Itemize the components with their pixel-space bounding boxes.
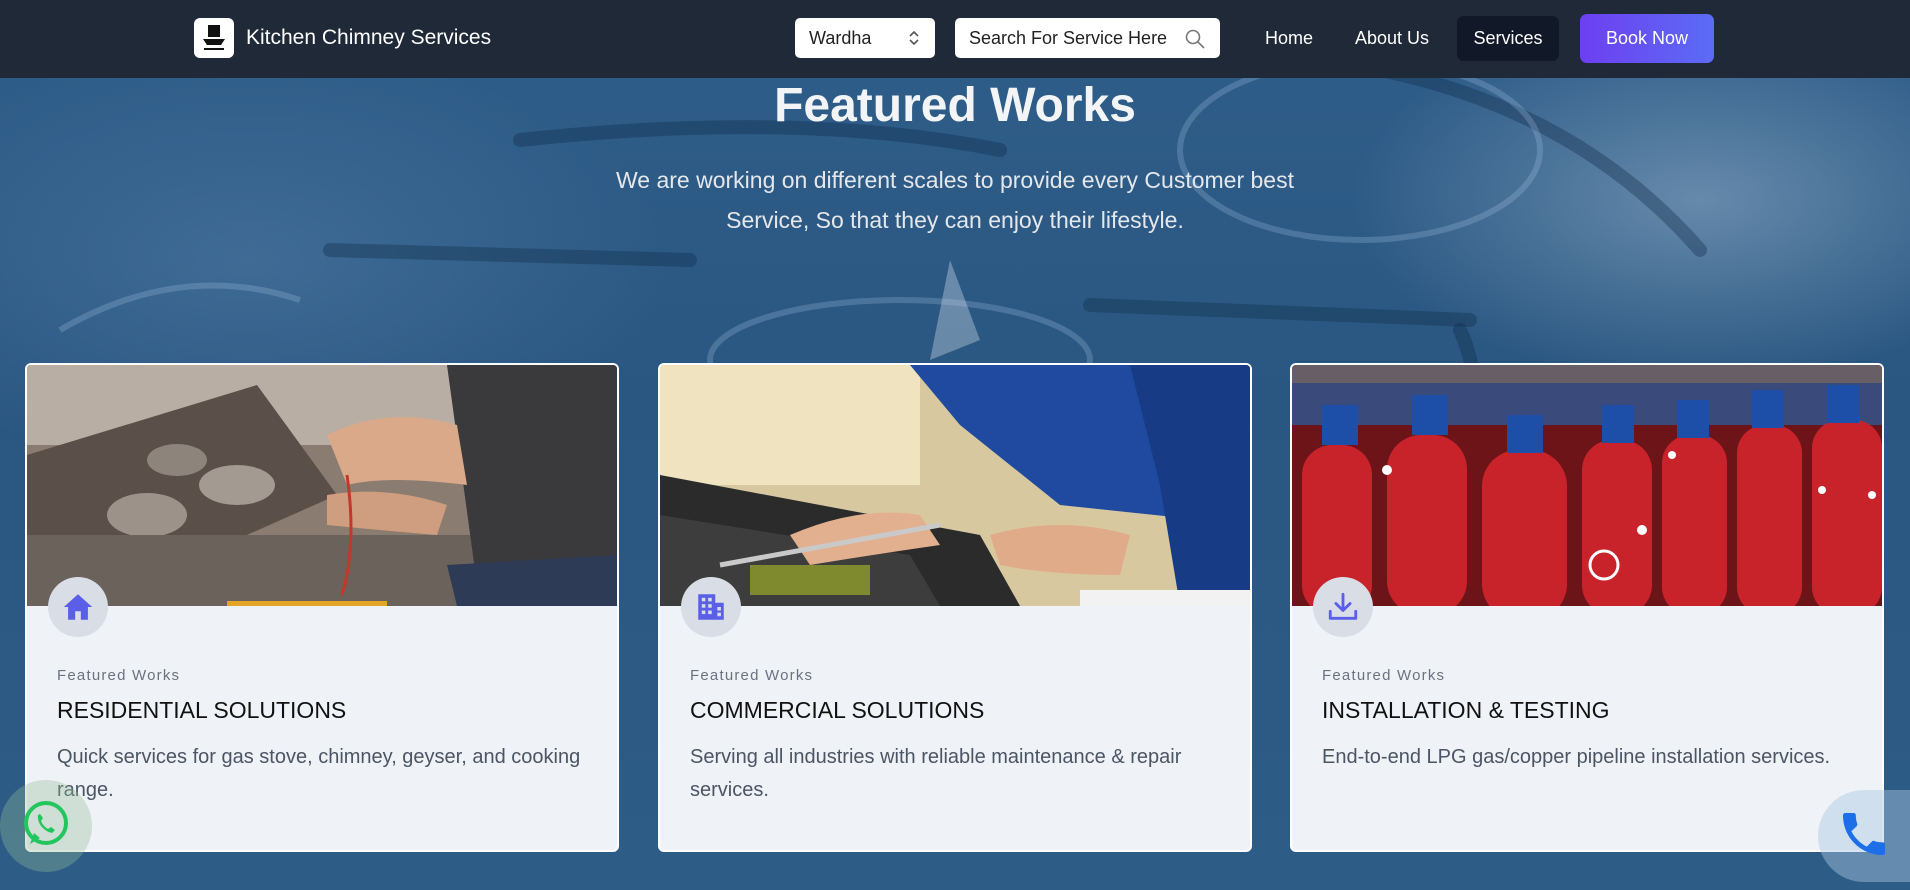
whatsapp-button[interactable] xyxy=(0,780,92,872)
whatsapp-icon xyxy=(20,798,72,855)
site-header: Kitchen Chimney Services Wardha Home Abo… xyxy=(0,0,1910,78)
nav-about-us[interactable]: About Us xyxy=(1355,16,1429,61)
card-kicker: Featured Works xyxy=(1322,667,1446,684)
card-kicker: Featured Works xyxy=(690,667,814,684)
select-chevron-icon xyxy=(907,28,921,53)
nav-home[interactable]: Home xyxy=(1265,16,1313,61)
phone-call-button[interactable] xyxy=(1818,790,1910,882)
section-title: Featured Works xyxy=(774,79,1136,132)
search-box xyxy=(955,18,1220,58)
download-icon xyxy=(1313,577,1373,637)
city-select-value: Wardha xyxy=(809,27,872,48)
card-description: Serving all industries with reliable mai… xyxy=(690,746,1182,801)
chimney-logo-icon xyxy=(194,18,234,58)
city-select[interactable]: Wardha xyxy=(795,18,935,58)
nav-services[interactable]: Services xyxy=(1457,16,1559,61)
card-title: COMMERCIAL SOLUTIONS xyxy=(690,697,985,723)
card-title: RESIDENTIAL SOLUTIONS xyxy=(57,697,347,723)
card-description: Quick services for gas stove, chimney, g… xyxy=(57,746,581,801)
brand-name: Kitchen Chimney Services xyxy=(246,26,492,49)
home-icon xyxy=(48,577,108,637)
card-image-engine-repair xyxy=(660,365,1250,606)
service-card-installation[interactable]: Featured Works INSTALLATION & TESTING En… xyxy=(1290,363,1884,852)
service-card-commercial[interactable]: Featured Works COMMERCIAL SOLUTIONS Serv… xyxy=(658,363,1252,852)
section-subtitle: We are working on different scales to pr… xyxy=(616,167,1294,233)
card-image-gas-cylinders xyxy=(1292,365,1882,606)
brand[interactable]: Kitchen Chimney Services xyxy=(194,18,491,58)
building-icon xyxy=(681,577,741,637)
service-card-residential[interactable]: Featured Works RESIDENTIAL SOLUTIONS Qui… xyxy=(25,363,619,852)
phone-icon xyxy=(1836,806,1892,867)
card-title: INSTALLATION & TESTING xyxy=(1322,697,1610,723)
card-kicker: Featured Works xyxy=(57,667,181,684)
book-now-button[interactable]: Book Now xyxy=(1580,14,1714,63)
search-input[interactable] xyxy=(969,27,1184,49)
card-description: End-to-end LPG gas/copper pipeline insta… xyxy=(1322,746,1831,768)
card-image-stove-repair xyxy=(27,365,617,606)
search-icon[interactable] xyxy=(1184,28,1206,55)
